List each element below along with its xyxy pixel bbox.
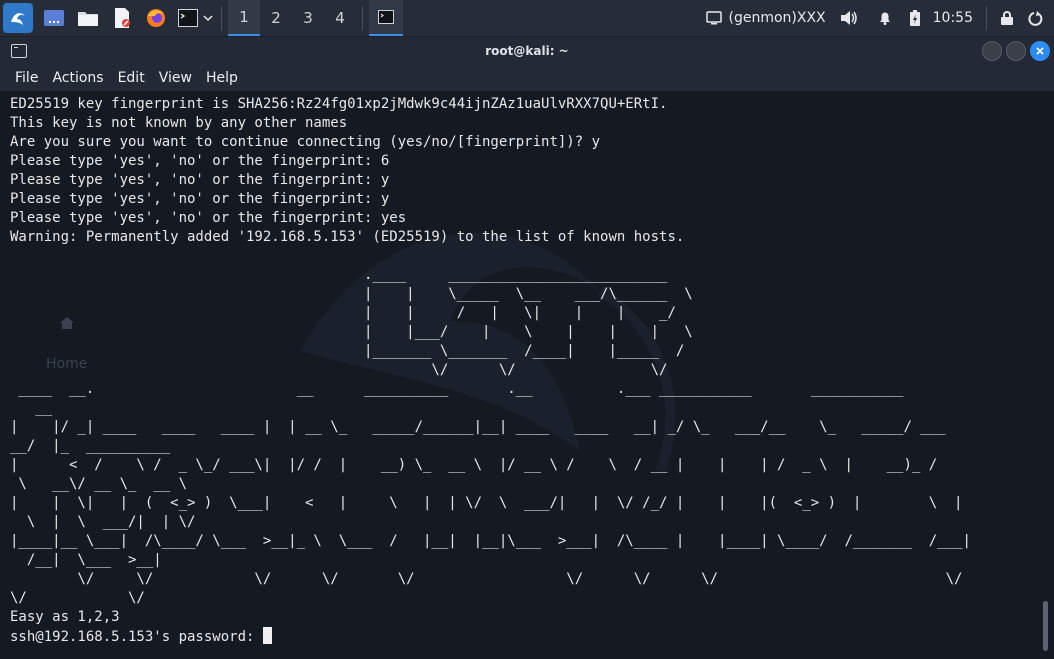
battery-charging-icon bbox=[909, 10, 920, 26]
clock-widget[interactable]: 10:55 bbox=[933, 10, 973, 26]
firefox-button[interactable] bbox=[143, 5, 169, 31]
terminal-line: ED25519 key fingerprint is SHA256:Rz24fg… bbox=[10, 96, 668, 112]
battery-button[interactable] bbox=[908, 9, 922, 27]
terminal-line: .____ __________________________ bbox=[364, 267, 668, 283]
workspace-1[interactable]: 1 bbox=[228, 0, 260, 36]
minimize-button[interactable] bbox=[982, 41, 1002, 61]
volume-icon bbox=[840, 11, 857, 25]
show-desktop-button[interactable] bbox=[41, 5, 67, 31]
logout-icon bbox=[1028, 11, 1043, 26]
monitor-icon bbox=[706, 11, 723, 25]
window-titlebar[interactable]: root@kali: ~ bbox=[0, 37, 1054, 65]
terminal-line: | |/ _| ____ ____ ____ | | __ \_ _____/_… bbox=[10, 419, 946, 435]
chevron-down-icon bbox=[203, 15, 213, 22]
panel-separator bbox=[362, 6, 363, 30]
close-button[interactable] bbox=[1030, 41, 1050, 61]
workspace-2[interactable]: 2 bbox=[260, 0, 292, 36]
menu-view[interactable]: View bbox=[152, 70, 199, 86]
text-editor-icon bbox=[115, 8, 130, 28]
window-controls bbox=[982, 41, 1050, 61]
terminal-line: \/ \/ \/ \/ \/ \/ \/ \/ \/ bbox=[77, 571, 963, 587]
terminal-line: \ | \ ___/| | \/ bbox=[26, 514, 196, 530]
terminal-line: __ bbox=[35, 400, 53, 416]
menu-actions[interactable]: Actions bbox=[45, 70, 110, 86]
genmon-label: (genmon)XXX bbox=[728, 10, 826, 26]
terminal-icon bbox=[178, 9, 198, 27]
terminal-line: \/ \/ \/ bbox=[431, 362, 668, 378]
terminal-line: Please type 'yes', 'no' or the fingerpri… bbox=[10, 210, 407, 226]
workspace-4[interactable]: 4 bbox=[324, 0, 356, 36]
terminal-line: __/ |_ __________ bbox=[10, 438, 171, 454]
terminal-line: Please type 'yes', 'no' or the fingerpri… bbox=[10, 153, 390, 169]
terminal-line: Are you sure you want to continue connec… bbox=[10, 134, 601, 150]
firefox-icon bbox=[147, 9, 165, 27]
taskbar-terminal-window[interactable] bbox=[369, 0, 403, 36]
volume-button[interactable] bbox=[840, 10, 858, 26]
terminal-line: Please type 'yes', 'no' or the fingerpri… bbox=[10, 172, 390, 188]
folder-icon bbox=[78, 12, 98, 26]
terminal-icon bbox=[11, 44, 27, 58]
terminal-line: Warning: Permanently added '192.168.5.15… bbox=[10, 229, 685, 245]
terminal-line: | | \_____ \__ ___/\______ \ bbox=[364, 286, 693, 302]
window-title: root@kali: ~ bbox=[485, 44, 569, 58]
system-tray: (genmon)XXX 10:55 bbox=[699, 0, 1054, 36]
password-prompt: ssh@192.168.5.153's password: bbox=[10, 629, 263, 645]
menu-bar: File Actions Edit View Help bbox=[0, 65, 1054, 91]
kali-dragon-icon bbox=[11, 13, 25, 25]
clock-time: 10:55 bbox=[932, 10, 973, 26]
terminal-text: ED25519 key fingerprint is SHA256:Rz24fg… bbox=[10, 95, 971, 647]
terminal-line: | | \| | ( <_> ) \___| < | \ | | \/ \ __… bbox=[10, 495, 963, 511]
kali-menu-button[interactable] bbox=[3, 3, 33, 33]
terminal-launcher-button[interactable] bbox=[177, 5, 199, 31]
workspace-3[interactable]: 3 bbox=[292, 0, 324, 36]
bell-icon bbox=[879, 12, 890, 25]
terminal-line: Please type 'yes', 'no' or the fingerpri… bbox=[10, 191, 390, 207]
terminal-line: This key is not known by any other names bbox=[10, 115, 348, 131]
lock-icon bbox=[1001, 11, 1013, 25]
genmon-widget[interactable]: (genmon)XXX bbox=[706, 10, 826, 26]
text-editor-button[interactable] bbox=[109, 5, 135, 31]
panel-separator bbox=[986, 6, 987, 30]
top-panel: 1 2 3 4 (genmon)XXX 10:55 bbox=[0, 0, 1054, 37]
scrollbar[interactable] bbox=[1043, 601, 1048, 651]
file-manager-button[interactable] bbox=[75, 5, 101, 31]
terminal-line: \ __\/ __ \_ __ \ bbox=[18, 476, 188, 492]
terminal-window: root@kali: ~ File Actions Edit View Help bbox=[0, 37, 1054, 659]
lock-screen-button[interactable] bbox=[1000, 10, 1014, 26]
close-icon bbox=[1036, 47, 1044, 55]
terminal-line: |____|__ \___| /\____/ \___ >__|_ \ \___… bbox=[10, 533, 971, 549]
text-cursor bbox=[262, 627, 272, 644]
terminal-icon bbox=[378, 10, 394, 24]
menu-file[interactable]: File bbox=[8, 70, 45, 86]
terminal-line: Easy as 1,2,3 bbox=[10, 609, 120, 625]
desktop-icon bbox=[44, 10, 64, 26]
terminal-output-area[interactable]: Home ED25519 key fingerprint is SHA256:R… bbox=[0, 91, 1054, 659]
terminal-line: | |___/ | \ | | | \ bbox=[364, 324, 693, 340]
terminal-line: | | / | \| | | _/ bbox=[364, 305, 676, 321]
terminal-line: |_______ \_______ /____| |_____ / bbox=[364, 343, 685, 359]
notifications-button[interactable] bbox=[877, 10, 893, 26]
menu-edit[interactable]: Edit bbox=[111, 70, 152, 86]
menu-help[interactable]: Help bbox=[199, 70, 245, 86]
terminal-line: ____ __. __ __________ .__ .___ ________… bbox=[18, 381, 904, 397]
panel-separator bbox=[221, 6, 222, 30]
terminal-line: /__| \___ >__| bbox=[26, 552, 162, 568]
terminal-lines: ED25519 key fingerprint is SHA256:Rz24fg… bbox=[10, 96, 971, 625]
terminal-line: | < / \ / _ \_/ ___\| |/ / | __) \_ __ \… bbox=[10, 457, 938, 473]
maximize-button[interactable] bbox=[1006, 41, 1026, 61]
terminal-line: \/ \/ bbox=[10, 590, 145, 606]
logout-button[interactable] bbox=[1028, 10, 1044, 26]
launcher-dropdown-button[interactable] bbox=[201, 5, 215, 31]
